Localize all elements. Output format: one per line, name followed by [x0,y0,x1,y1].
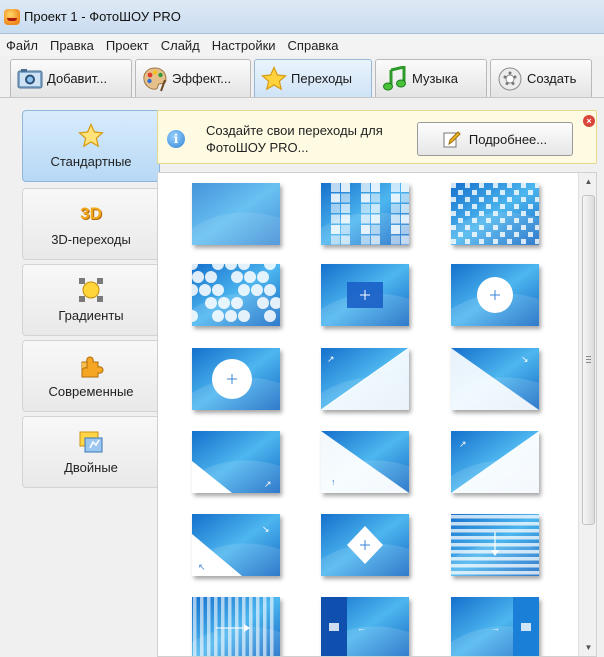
transition-thumb-split-right[interactable]: ← [321,597,409,656]
transition-thumb-hexagons[interactable] [192,264,280,326]
transition-thumb-blinds-vertical[interactable] [192,597,280,656]
menu-settings[interactable]: Настройки [212,38,276,53]
sidebar-item-label: Современные [48,384,134,399]
svg-text:↘: ↘ [262,524,270,534]
transition-thumb-dots[interactable] [451,183,539,245]
tab-label: Эффект... [172,71,232,86]
svg-text:↑: ↑ [331,477,336,487]
transition-thumb-wipe-diagonal-bl[interactable]: ↗ [192,431,280,493]
svg-text:↘: ↘ [521,354,529,364]
more-button-label: Подробнее... [468,131,548,147]
puzzle-icon [78,353,104,379]
window-title: Проект 1 - ФотоШОУ PRO [24,9,181,24]
sidebar-item-modern[interactable]: Современные [22,340,160,412]
menu-slide[interactable]: Слайд [161,38,200,53]
menu-file[interactable]: Файл [6,38,38,53]
svg-text:↗: ↗ [264,479,272,489]
tab-label: Переходы [291,71,352,86]
transition-thumb-diamond[interactable] [321,514,409,576]
pencil-note-icon [443,130,461,148]
transition-thumb-circle-expand[interactable] [192,348,280,410]
sidebar: Стандартные 3D 3D-переходы Градиенты Сов… [12,106,160,657]
tab-music[interactable]: Музыка [375,59,487,97]
tabs-bar: Добавит... Эффект... Переходы Музыка Соз… [0,56,604,98]
sidebar-item-double[interactable]: Двойные [22,416,160,488]
transition-thumb-wipe-corner-bl[interactable]: ↘ ↖ [192,514,280,576]
tab-add-photos[interactable]: Добавит... [10,59,132,97]
scroll-down-icon[interactable]: ▼ [579,639,596,656]
info-panel: i Создайте свои переходы для ФотоШОУ PRO… [157,110,597,164]
disc-icon [497,66,523,92]
svg-text:→: → [491,623,500,633]
sidebar-item-label: 3D-переходы [51,232,131,247]
transition-thumb-wipe-diagonal-tl[interactable]: ↗ [321,348,409,410]
transition-thumb-rect-zoom[interactable] [321,264,409,326]
sidebar-item-3d[interactable]: 3D 3D-переходы [22,188,160,260]
music-icon [382,65,408,92]
menu-edit[interactable]: Правка [50,38,94,53]
transition-thumb-split-left[interactable]: → [451,597,539,656]
title-bar: Проект 1 - ФотоШОУ PRO [0,0,604,34]
tab-create[interactable]: Создать [490,59,592,97]
tab-effects[interactable]: Эффект... [135,59,251,97]
scroll-up-icon[interactable]: ▲ [579,173,596,190]
star-icon [78,123,104,149]
transition-thumb-wipe-diagonal-tr2[interactable]: ↗ [451,431,539,493]
gradient-icon [78,277,104,303]
transition-thumb-circle-zoom[interactable] [451,264,539,326]
menu-project[interactable]: Проект [106,38,149,53]
sidebar-item-label: Двойные [64,460,118,475]
photos-icon [17,66,43,92]
app-icon [4,8,20,25]
star-icon [261,65,287,92]
sidebar-item-gradients[interactable]: Градиенты [22,264,160,336]
3d-icon: 3D [80,204,102,223]
tab-label: Музыка [412,71,458,86]
info-text: Создайте свои переходы для ФотоШОУ PRO..… [206,123,383,155]
transition-thumb-fade[interactable] [192,183,280,245]
palette-icon [142,66,168,92]
sidebar-item-label: Стандартные [50,154,132,169]
menu-bar: Файл Правка Проект Слайд Настройки Справ… [0,34,604,56]
tab-label: Создать [527,71,577,86]
svg-text:↖: ↖ [198,562,206,572]
svg-text:←: ← [357,623,366,633]
transitions-gallery: ↗ ↘ ↗ ↑ ↗ ↘ ↖ ← → ▲ ▼ [157,172,597,657]
scrollbar[interactable]: ▲ ▼ [578,173,596,656]
svg-text:↗: ↗ [327,354,335,364]
double-icon [78,429,104,455]
sidebar-item-label: Градиенты [58,308,124,323]
svg-text:↗: ↗ [459,439,467,449]
sidebar-item-standard[interactable]: Стандартные [22,110,160,182]
transition-thumb-squares[interactable] [321,183,409,245]
more-button[interactable]: Подробнее... [417,122,573,156]
transition-thumb-wipe-diagonal-tr[interactable]: ↘ [451,348,539,410]
menu-help[interactable]: Справка [288,38,339,53]
transition-thumb-blinds-horizontal[interactable] [451,514,539,576]
info-icon: i [167,130,185,148]
transition-thumb-wipe-diagonal-br[interactable]: ↑ [321,431,409,493]
scroll-thumb[interactable] [582,195,595,525]
tab-transitions[interactable]: Переходы [254,59,372,97]
close-icon[interactable]: × [583,115,595,127]
tab-label: Добавит... [47,71,108,86]
